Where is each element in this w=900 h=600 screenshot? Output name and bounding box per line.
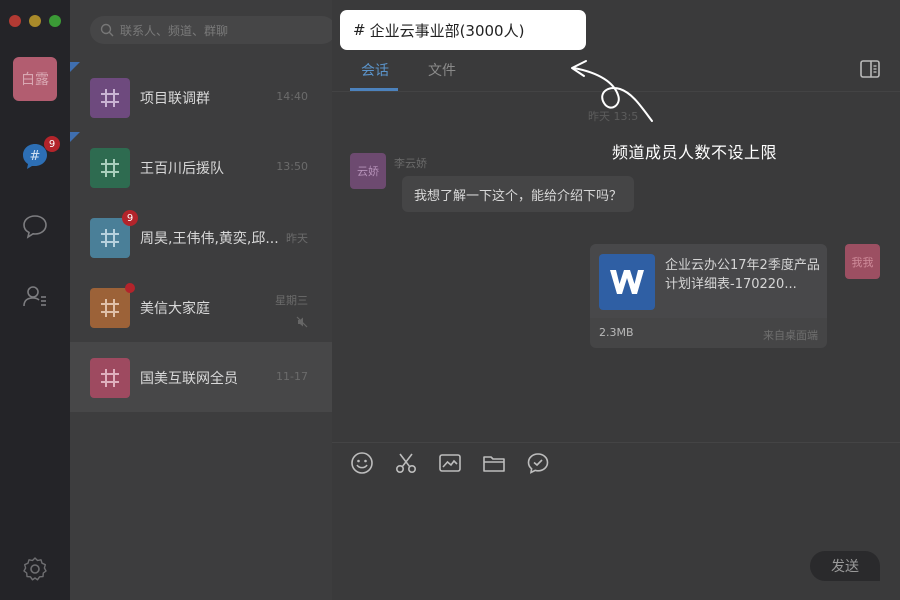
search-icon [100,23,114,37]
hash-icon [101,299,119,317]
window-close-button[interactable] [9,15,21,27]
channel-avatar [90,148,130,188]
hash-icon [101,89,119,107]
file-size: 2.3MB [599,326,634,339]
channel-title: # 企业云事业部(3000人) [340,10,586,50]
active-tab-indicator [350,88,398,91]
side-panel-toggle-icon[interactable] [860,60,880,82]
file-message-card[interactable]: 企业云办公17年2季度产品计划详细表-170220... 2.3MB 来自桌面端 [590,244,827,348]
window-minimize-button[interactable] [29,15,41,27]
conversation-item[interactable]: 项目联调群 14:40 [70,62,332,132]
pinned-marker [70,132,80,142]
tab-chat[interactable]: 会话 [361,60,389,80]
conversation-name: 美信大家庭 [140,301,210,317]
annotation-arrow [571,60,653,122]
chat-bubble-icon[interactable] [19,210,51,242]
tab-files[interactable]: 文件 [428,60,456,80]
conversation-item[interactable]: 9 周昊,王伟伟,黄奕,邱... 昨天 [70,202,332,272]
hash-icon [101,369,119,387]
search-placeholder: 联系人、频道、群聊 [120,23,229,38]
window-maximize-button[interactable] [49,15,61,27]
channel-avatar [90,288,130,328]
channel-unread-badge: 9 [44,136,60,152]
settings-icon[interactable] [22,556,48,582]
unread-badge: 9 [122,210,138,226]
conversation-name: 王百川后援队 [140,161,224,177]
conversation-item[interactable]: 王百川后援队 13:50 [70,132,332,202]
channel-avatar [90,78,130,118]
folder-icon[interactable] [482,451,506,475]
sender-avatar[interactable]: 云娇 [350,153,386,189]
conversation-time: 14:40 [276,90,308,103]
user-avatar[interactable]: 白露 [13,57,57,101]
conversation-time: 昨天 [286,232,308,245]
emoji-icon[interactable] [350,451,374,475]
scissors-icon[interactable] [394,451,418,475]
nav-rail: 白露 # 9 [0,0,70,600]
incoming-message: 我想了解一下这个，能给介绍下吗？ [402,176,635,212]
pinned-marker [70,62,80,72]
wps-document-icon [599,254,655,310]
conversation-list: 联系人、频道、群聊 项目联调群 14:40 王百川后援队 13:50 9 周昊,… [70,0,379,600]
conversation-time: 星期三 [275,294,308,307]
conversation-item[interactable]: 国美互联网全员 11-17 [70,342,332,412]
file-source: 来自桌面端 [763,329,818,342]
conversation-time: 11-17 [276,370,308,383]
hash-icon [101,229,119,247]
conversation-name: 国美互联网全员 [140,371,238,387]
conversation-time: 13:50 [276,160,308,173]
unread-dot [125,283,135,293]
contacts-icon[interactable] [19,280,51,312]
message-icon[interactable] [526,451,550,475]
hash-icon [101,159,119,177]
file-name: 企业云办公17年2季度产品计划详细表-170220... [665,258,820,292]
my-avatar[interactable]: 我我 [845,244,880,279]
channel-avatar [90,358,130,398]
conversation-name: 周昊,王伟伟,黄奕,邱... [140,231,279,247]
annotation-text: 频道成员人数不设上限 [612,143,778,162]
message-composer[interactable]: 发送 [332,442,900,600]
conversation-name: 项目联调群 [140,91,210,107]
channel-title-name: 企业云事业部(3000人) [369,21,525,40]
conversation-item[interactable]: 美信大家庭 星期三 [70,272,332,342]
mute-icon [296,316,308,332]
search-input[interactable]: 联系人、频道、群聊 [90,16,336,44]
sender-name: 李云娇 [394,157,427,170]
svg-text:#: # [30,149,41,164]
channel-title-hash: # [353,21,366,39]
send-button[interactable]: 发送 [810,551,880,581]
image-icon[interactable] [438,451,462,475]
